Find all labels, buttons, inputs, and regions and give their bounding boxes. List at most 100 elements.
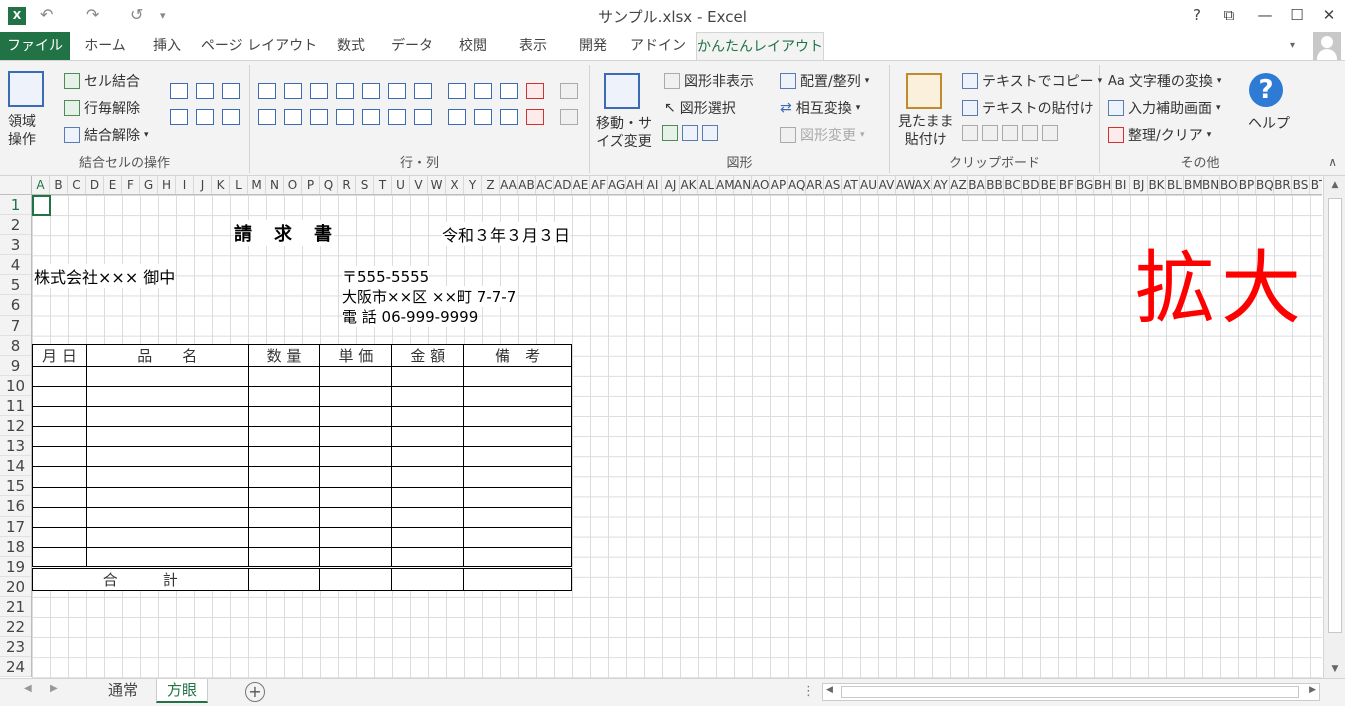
row-col-tool-icon[interactable] <box>310 83 328 99</box>
table-cell[interactable] <box>32 506 87 528</box>
row-header[interactable]: 8 <box>0 336 31 356</box>
table-cell[interactable] <box>85 426 249 448</box>
tab-split-handle-icon[interactable]: ⋮ <box>802 684 815 699</box>
column-header[interactable]: AK <box>680 176 698 194</box>
table-cell[interactable] <box>391 466 465 488</box>
table-cell[interactable] <box>247 546 321 568</box>
table-cell[interactable] <box>32 466 87 488</box>
table-cell[interactable] <box>32 446 87 468</box>
table-cell[interactable] <box>391 526 465 548</box>
tab-data[interactable]: データ <box>384 32 440 60</box>
table-cell[interactable] <box>319 365 393 388</box>
table-cell[interactable] <box>85 406 249 428</box>
table-cell[interactable] <box>85 506 249 528</box>
column-header[interactable]: O <box>284 176 302 194</box>
table-cell[interactable] <box>32 486 87 508</box>
column-header[interactable]: AH <box>626 176 644 194</box>
scroll-right-icon[interactable]: ▶ <box>1309 685 1316 695</box>
column-header[interactable]: BC <box>1004 176 1022 194</box>
merge-center-icon[interactable] <box>196 83 214 99</box>
row-header[interactable]: 13 <box>0 436 31 457</box>
vertical-scrollbar[interactable]: ▲ ▼ <box>1323 176 1345 678</box>
column-header[interactable]: F <box>122 176 140 194</box>
input-help-button[interactable]: 入力補助画面 ▾ <box>1108 98 1221 118</box>
row-col-tool-icon[interactable] <box>474 83 492 99</box>
scroll-down-icon[interactable]: ▼ <box>1324 664 1345 674</box>
hscroll-thumb[interactable] <box>841 686 1299 698</box>
column-header[interactable]: AD <box>554 176 572 194</box>
row-col-tool-icon[interactable] <box>414 109 432 125</box>
organize-clear-button[interactable]: 整理/クリア ▾ <box>1108 125 1211 145</box>
column-header[interactable]: BK <box>1148 176 1166 194</box>
table-cell[interactable] <box>463 565 572 591</box>
column-header[interactable]: BM <box>1184 176 1203 194</box>
row-header[interactable]: 10 <box>0 376 31 396</box>
table-cell[interactable] <box>247 386 321 408</box>
column-header[interactable]: BJ <box>1130 176 1148 194</box>
table-cell[interactable] <box>319 446 393 468</box>
delete-icon[interactable] <box>526 83 544 99</box>
row-col-tool-icon[interactable] <box>388 109 406 125</box>
table-cell[interactable] <box>247 446 321 468</box>
merge-align-icon[interactable] <box>170 83 188 99</box>
move-resize-button[interactable]: 移動・サ イズ変更 <box>596 115 652 151</box>
tab-formulas[interactable]: 数式 <box>324 32 378 60</box>
row-header[interactable]: 21 <box>0 597 31 617</box>
worksheet[interactable]: A B C D E F G H I J K L M N O P Q R S T U V W X Y Z AAAB ACADAE AF AG… <box>0 176 1345 678</box>
column-header[interactable]: BO <box>1220 176 1238 194</box>
column-header[interactable]: J <box>194 176 212 194</box>
tab-home[interactable]: ホーム <box>76 32 134 60</box>
table-cell[interactable] <box>247 565 321 591</box>
scroll-up-icon[interactable]: ▲ <box>1324 180 1345 190</box>
table-cell[interactable] <box>391 386 465 408</box>
minimize-button[interactable]: — <box>1250 4 1280 26</box>
table-cell[interactable] <box>247 466 321 488</box>
column-header[interactable]: AU <box>860 176 878 194</box>
active-cell-a1[interactable] <box>32 195 51 216</box>
row-col-tool-icon[interactable] <box>336 109 354 125</box>
row-header[interactable]: 18 <box>0 537 31 557</box>
column-header[interactable]: U <box>392 176 410 194</box>
add-sheet-icon[interactable]: + <box>245 682 265 702</box>
column-header[interactable]: M <box>248 176 266 194</box>
row-header[interactable]: 17 <box>0 517 31 537</box>
column-header[interactable]: AA <box>500 176 518 194</box>
table-cell[interactable] <box>391 365 465 388</box>
row-header[interactable]: 12 <box>0 416 31 437</box>
column-header[interactable]: BQ <box>1256 176 1274 194</box>
grid-shape-icon[interactable] <box>662 125 678 141</box>
column-header[interactable]: Z <box>482 176 500 194</box>
row-col-tool-icon[interactable] <box>336 83 354 99</box>
sheet-tab-grid[interactable]: 方眼 <box>156 679 209 703</box>
row-col-tool-icon[interactable] <box>362 83 380 99</box>
tab-easy-layout[interactable]: かんたんレイアウト <box>696 32 824 61</box>
table-cell[interactable] <box>319 426 393 448</box>
column-header[interactable]: BE <box>1040 176 1058 194</box>
column-header[interactable]: BF <box>1058 176 1076 194</box>
row-header[interactable]: 23 <box>0 637 31 658</box>
table-cell[interactable] <box>463 546 572 568</box>
column-header[interactable]: AI <box>644 176 662 194</box>
row-header[interactable]: 9 <box>0 356 31 376</box>
tab-developer[interactable]: 開発 <box>566 32 620 60</box>
swap-button[interactable]: ⇄ 相互変換 ▾ <box>780 98 860 118</box>
column-header[interactable]: E <box>104 176 122 194</box>
collapse-ribbon-icon[interactable]: ∧ <box>1328 155 1337 169</box>
row-col-tool-icon[interactable] <box>284 83 302 99</box>
row-header[interactable]: 19 <box>0 557 31 577</box>
table-cell[interactable] <box>463 406 572 428</box>
tab-addins[interactable]: アドイン <box>626 32 690 60</box>
table-cell[interactable] <box>32 365 87 388</box>
column-header[interactable]: AF <box>590 176 608 194</box>
column-header[interactable]: T <box>374 176 392 194</box>
paste-text-button[interactable]: テキストの貼付け <box>962 98 1094 118</box>
delete-icon[interactable] <box>526 109 544 125</box>
table-cell[interactable] <box>463 386 572 408</box>
row-col-tool-icon[interactable] <box>258 109 276 125</box>
table-cell[interactable] <box>391 546 465 568</box>
column-header[interactable]: X <box>446 176 464 194</box>
column-header[interactable]: C <box>68 176 86 194</box>
column-header[interactable]: L <box>230 176 248 194</box>
table-cell[interactable] <box>391 486 465 508</box>
column-header[interactable]: AQ <box>788 176 806 194</box>
